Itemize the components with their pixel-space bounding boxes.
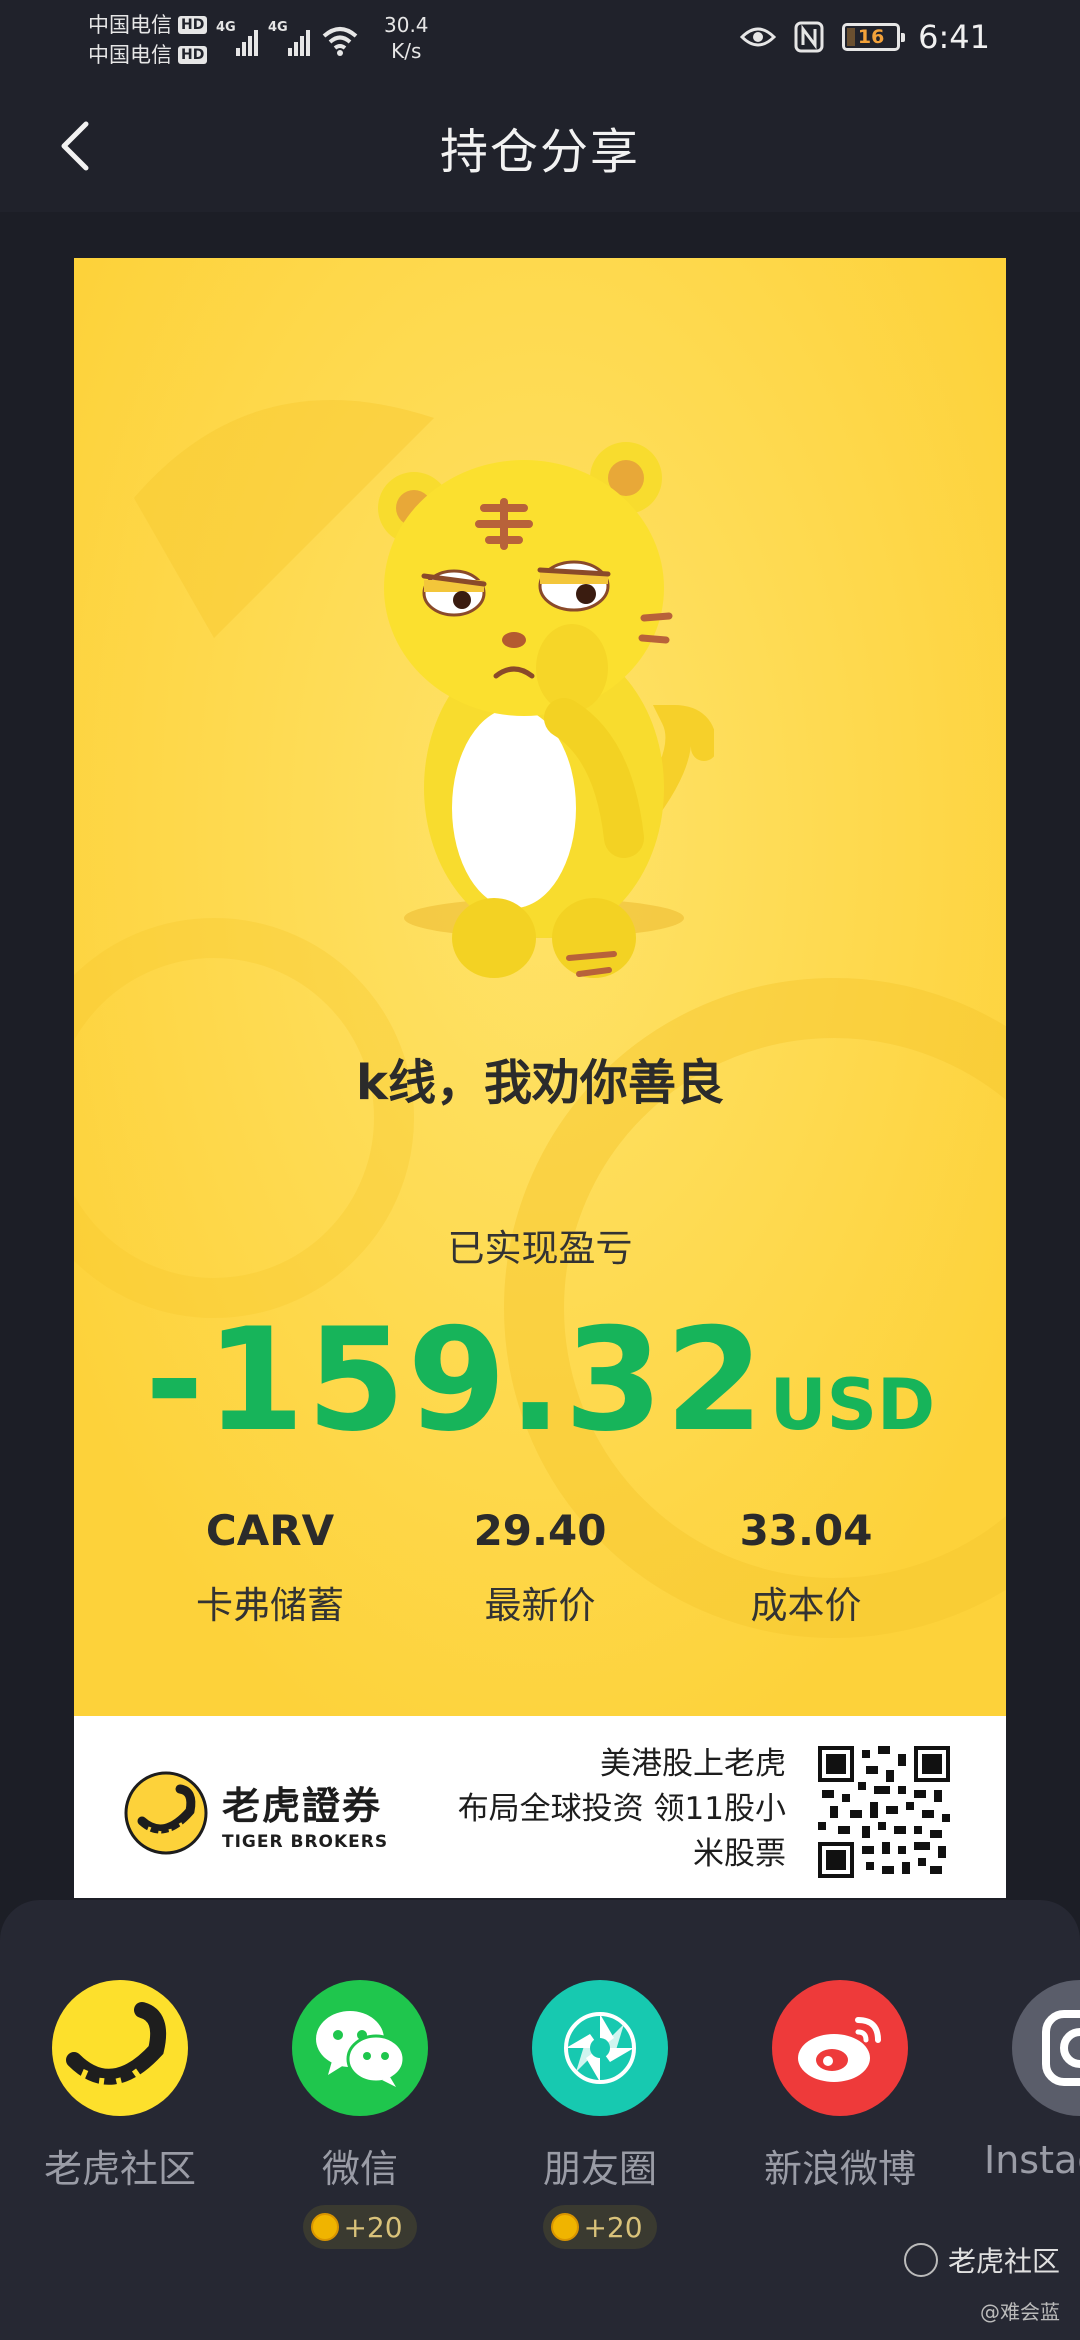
coin-icon [551,2213,580,2241]
nfc-icon [794,21,824,53]
clock: 6:41 [918,18,990,56]
wifi-icon [322,27,358,56]
stat-cost-price: 33.04 成本价 [676,1506,936,1629]
signal-icon: 4G [216,20,258,56]
latest-price-label: 最新价 [484,1584,596,1627]
cost-price-value: 33.04 [739,1506,873,1555]
net-speed: 30.4 K/s [384,13,429,63]
carrier-2: 中国电信 [88,43,172,67]
signal-icon: 4G [268,20,310,56]
watermark-brand: 老虎社区 [947,2245,1060,2278]
instagram-icon [1012,1980,1080,2116]
app-header: 持仓分享 [0,80,1080,212]
realized-pnl-label: 已实现盈亏 [447,1227,633,1270]
battery-icon: 16 [842,23,906,51]
stock-name: 卡弗储蓄 [196,1584,344,1627]
watermark: 老虎社区 [903,2240,1060,2280]
share-label: 微信 [321,2147,398,2191]
share-wechat[interactable]: 微信 +20 [260,1980,460,2249]
tiger-mascot-illustration [378,442,714,978]
eye-icon [740,27,777,47]
share-label: 朋友圈 [542,2147,657,2191]
share-tiger-community[interactable]: 老虎社区 [20,1980,220,2193]
share-label: Instagram [984,2138,1080,2182]
stat-latest-price: 29.40 最新价 [410,1506,670,1629]
watermark-author: @难会蓝 [980,2300,1060,2324]
share-card: k线，我劝你善良 已实现盈亏 -159.32USD CARV 卡弗储蓄 29.4… [74,258,1006,1898]
carrier-1: 中国电信 [88,13,172,37]
share-moments[interactable]: 朋友圈 +20 [500,1980,700,2249]
stock-symbol: CARV [205,1506,335,1555]
tiger-brokers-brand: 老虎證券 TIGER BROKERS [124,1771,388,1855]
status-bar: 中国电信 HD 中国电信 HD 4G 4G 30.4 K/s 16 6:41 [0,0,1080,80]
latest-price-value: 29.40 [473,1506,607,1555]
weibo-icon [772,1980,908,2116]
share-instagram[interactable]: Instagram [960,1980,1080,2182]
coin-bonus-badge: +20 [543,2205,657,2249]
cost-price-label: 成本价 [750,1584,862,1627]
tiger-brokers-logo-icon [124,1771,208,1855]
share-weibo[interactable]: 新浪微博 [740,1980,940,2193]
hd-badge: HD [178,46,208,64]
coin-icon [311,2213,340,2241]
realized-pnl-value: -159.32USD [74,1298,1006,1463]
brand-name-cn: 老虎證券 [222,1783,383,1828]
card-footer: 老虎證券 TIGER BROKERS 美港股上老虎 布局全球投资 领11股小 米… [74,1716,1006,1898]
share-label: 新浪微博 [763,2147,916,2191]
carrier-info: 中国电信 HD 中国电信 HD [88,10,208,70]
signal-icons: 4G 4G [216,20,360,56]
tiger-community-icon [52,1980,188,2116]
wechat-icon [292,1980,428,2116]
slogan: k线，我劝你善良 [356,1055,724,1111]
moments-icon [532,1980,668,2116]
promo-text: 美港股上老虎 布局全球投资 领11股小 米股票 [457,1746,786,1872]
share-label: 老虎社区 [43,2147,196,2191]
qr-code [818,1746,950,1878]
stat-symbol: CARV 卡弗储蓄 [140,1506,400,1629]
hd-badge: HD [178,16,208,34]
coin-bonus-badge: +20 [303,2205,417,2249]
brand-name-en: TIGER BROKERS [222,1831,389,1852]
pnl-amount: -159.32 [144,1298,766,1463]
pnl-currency: USD [769,1364,936,1446]
page-title: 持仓分享 [439,124,640,180]
tiger-community-logo-icon [903,2243,938,2277]
